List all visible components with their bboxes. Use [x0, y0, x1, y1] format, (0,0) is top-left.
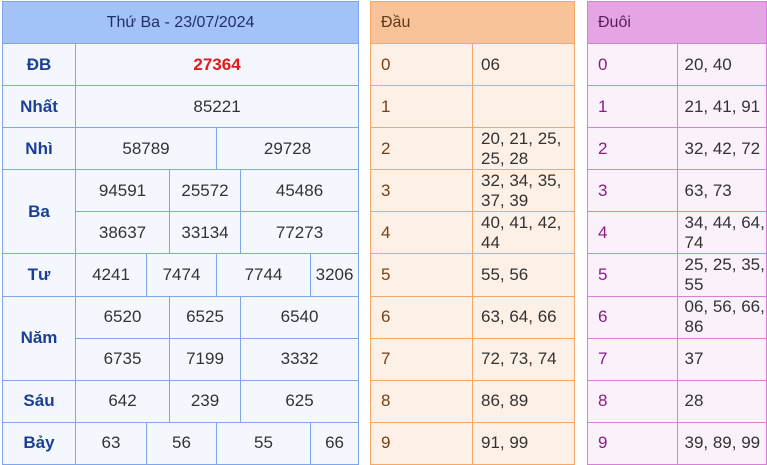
prize-value: 3332 — [239, 337, 360, 381]
duoi-values: 39, 89, 99 — [676, 421, 767, 465]
prize-value: 642 — [75, 379, 170, 423]
duoi-values: 06, 56, 66, 86 — [676, 295, 767, 339]
prize-value: 6540 — [239, 295, 360, 339]
prize-label-db: ĐB — [2, 43, 76, 87]
prize-value: 3206 — [309, 253, 360, 297]
dau-values: 06 — [472, 43, 575, 87]
prize-value: 625 — [239, 379, 360, 423]
prize-label-nhat: Nhất — [2, 85, 76, 129]
prize-value: 7199 — [169, 337, 241, 381]
prize-label-tu: Tư — [2, 253, 76, 297]
dau-key: 2 — [370, 127, 473, 171]
duoi-values: 28 — [676, 379, 767, 423]
dau-key: 5 — [370, 253, 473, 297]
dau-key: 4 — [370, 211, 473, 255]
prize-value: 56 — [146, 421, 217, 465]
prize-value: 25572 — [169, 169, 241, 213]
duoi-key: 8 — [587, 379, 678, 423]
duoi-key: 2 — [587, 127, 678, 171]
duoi-key: 4 — [587, 211, 678, 255]
duoi-key: 1 — [587, 85, 678, 129]
prize-value: 6735 — [75, 337, 170, 381]
special-prize-value: 27364 — [74, 43, 360, 87]
prize-value: 63 — [75, 421, 147, 465]
dau-key: 9 — [370, 421, 473, 465]
duoi-header: Đuôi — [587, 0, 767, 45]
prize-value: 239 — [169, 379, 241, 423]
duoi-key: 7 — [587, 337, 678, 381]
dau-values: 63, 64, 66 — [472, 295, 575, 339]
duoi-key: 6 — [587, 295, 678, 339]
prize-label-nam: Năm — [2, 295, 76, 381]
duoi-values: 20, 40 — [676, 43, 767, 87]
prize-label-nhi: Nhì — [2, 127, 76, 171]
results-title: Thứ Ba - 23/07/2024 — [1, 0, 360, 45]
prize-value: 7744 — [216, 253, 311, 297]
dau-values: 55, 56 — [472, 253, 575, 297]
prize-value: 6520 — [75, 295, 170, 339]
dau-key: 1 — [370, 85, 473, 129]
duoi-key: 9 — [587, 421, 678, 465]
prize-value: 58789 — [75, 127, 217, 171]
prize-label-bay: Bảy — [2, 421, 76, 465]
duoi-values: 32, 42, 72 — [676, 127, 767, 171]
dau-values: 86, 89 — [472, 379, 575, 423]
duoi-table: Đuôi 0 20, 40 1 21, 41, 91 2 32, 42, 72 3 63… — [587, 0, 767, 465]
dau-values — [472, 85, 575, 129]
dau-key: 3 — [370, 169, 473, 213]
prize-label-sau: Sáu — [2, 379, 76, 423]
prize-value: 38637 — [75, 211, 170, 255]
prize-value: 94591 — [75, 169, 170, 213]
dau-values: 20, 21, 25, 25, 28 — [472, 127, 575, 171]
duoi-values: 37 — [676, 337, 767, 381]
duoi-values: 34, 44, 64, 74 — [676, 211, 767, 255]
prize-value: 45486 — [239, 169, 360, 213]
prize-value: 6525 — [169, 295, 241, 339]
prize-value: 85221 — [74, 85, 360, 129]
dau-key: 8 — [370, 379, 473, 423]
prize-value: 55 — [216, 421, 311, 465]
prize-value: 29728 — [215, 127, 360, 171]
prize-value: 66 — [309, 421, 360, 465]
lottery-results-table: Thứ Ba - 23/07/2024 ĐB 27364 Nhất 85221 … — [1, 0, 360, 465]
dau-table: Đầu 0 06 1 2 20, 21, 25, 25, 28 3 32, 34, 3… — [370, 0, 575, 465]
duoi-values: 21, 41, 91 — [676, 85, 767, 129]
dau-values: 91, 99 — [472, 421, 575, 465]
prize-value: 4241 — [75, 253, 147, 297]
dau-header: Đầu — [370, 0, 575, 45]
duoi-values: 25, 25, 35, 55 — [676, 253, 767, 297]
dau-key: 0 — [370, 43, 473, 87]
prize-value: 7474 — [146, 253, 217, 297]
prize-label-ba: Ba — [2, 169, 76, 255]
duoi-key: 0 — [587, 43, 678, 87]
dau-values: 32, 34, 35, 37, 39 — [472, 169, 575, 213]
duoi-key: 3 — [587, 169, 678, 213]
prize-value: 33134 — [169, 211, 241, 255]
duoi-values: 63, 73 — [676, 169, 767, 213]
dau-key: 7 — [370, 337, 473, 381]
duoi-key: 5 — [587, 253, 678, 297]
dau-key: 6 — [370, 295, 473, 339]
dau-values: 40, 41, 42, 44 — [472, 211, 575, 255]
prize-value: 77273 — [239, 211, 360, 255]
dau-values: 72, 73, 74 — [472, 337, 575, 381]
